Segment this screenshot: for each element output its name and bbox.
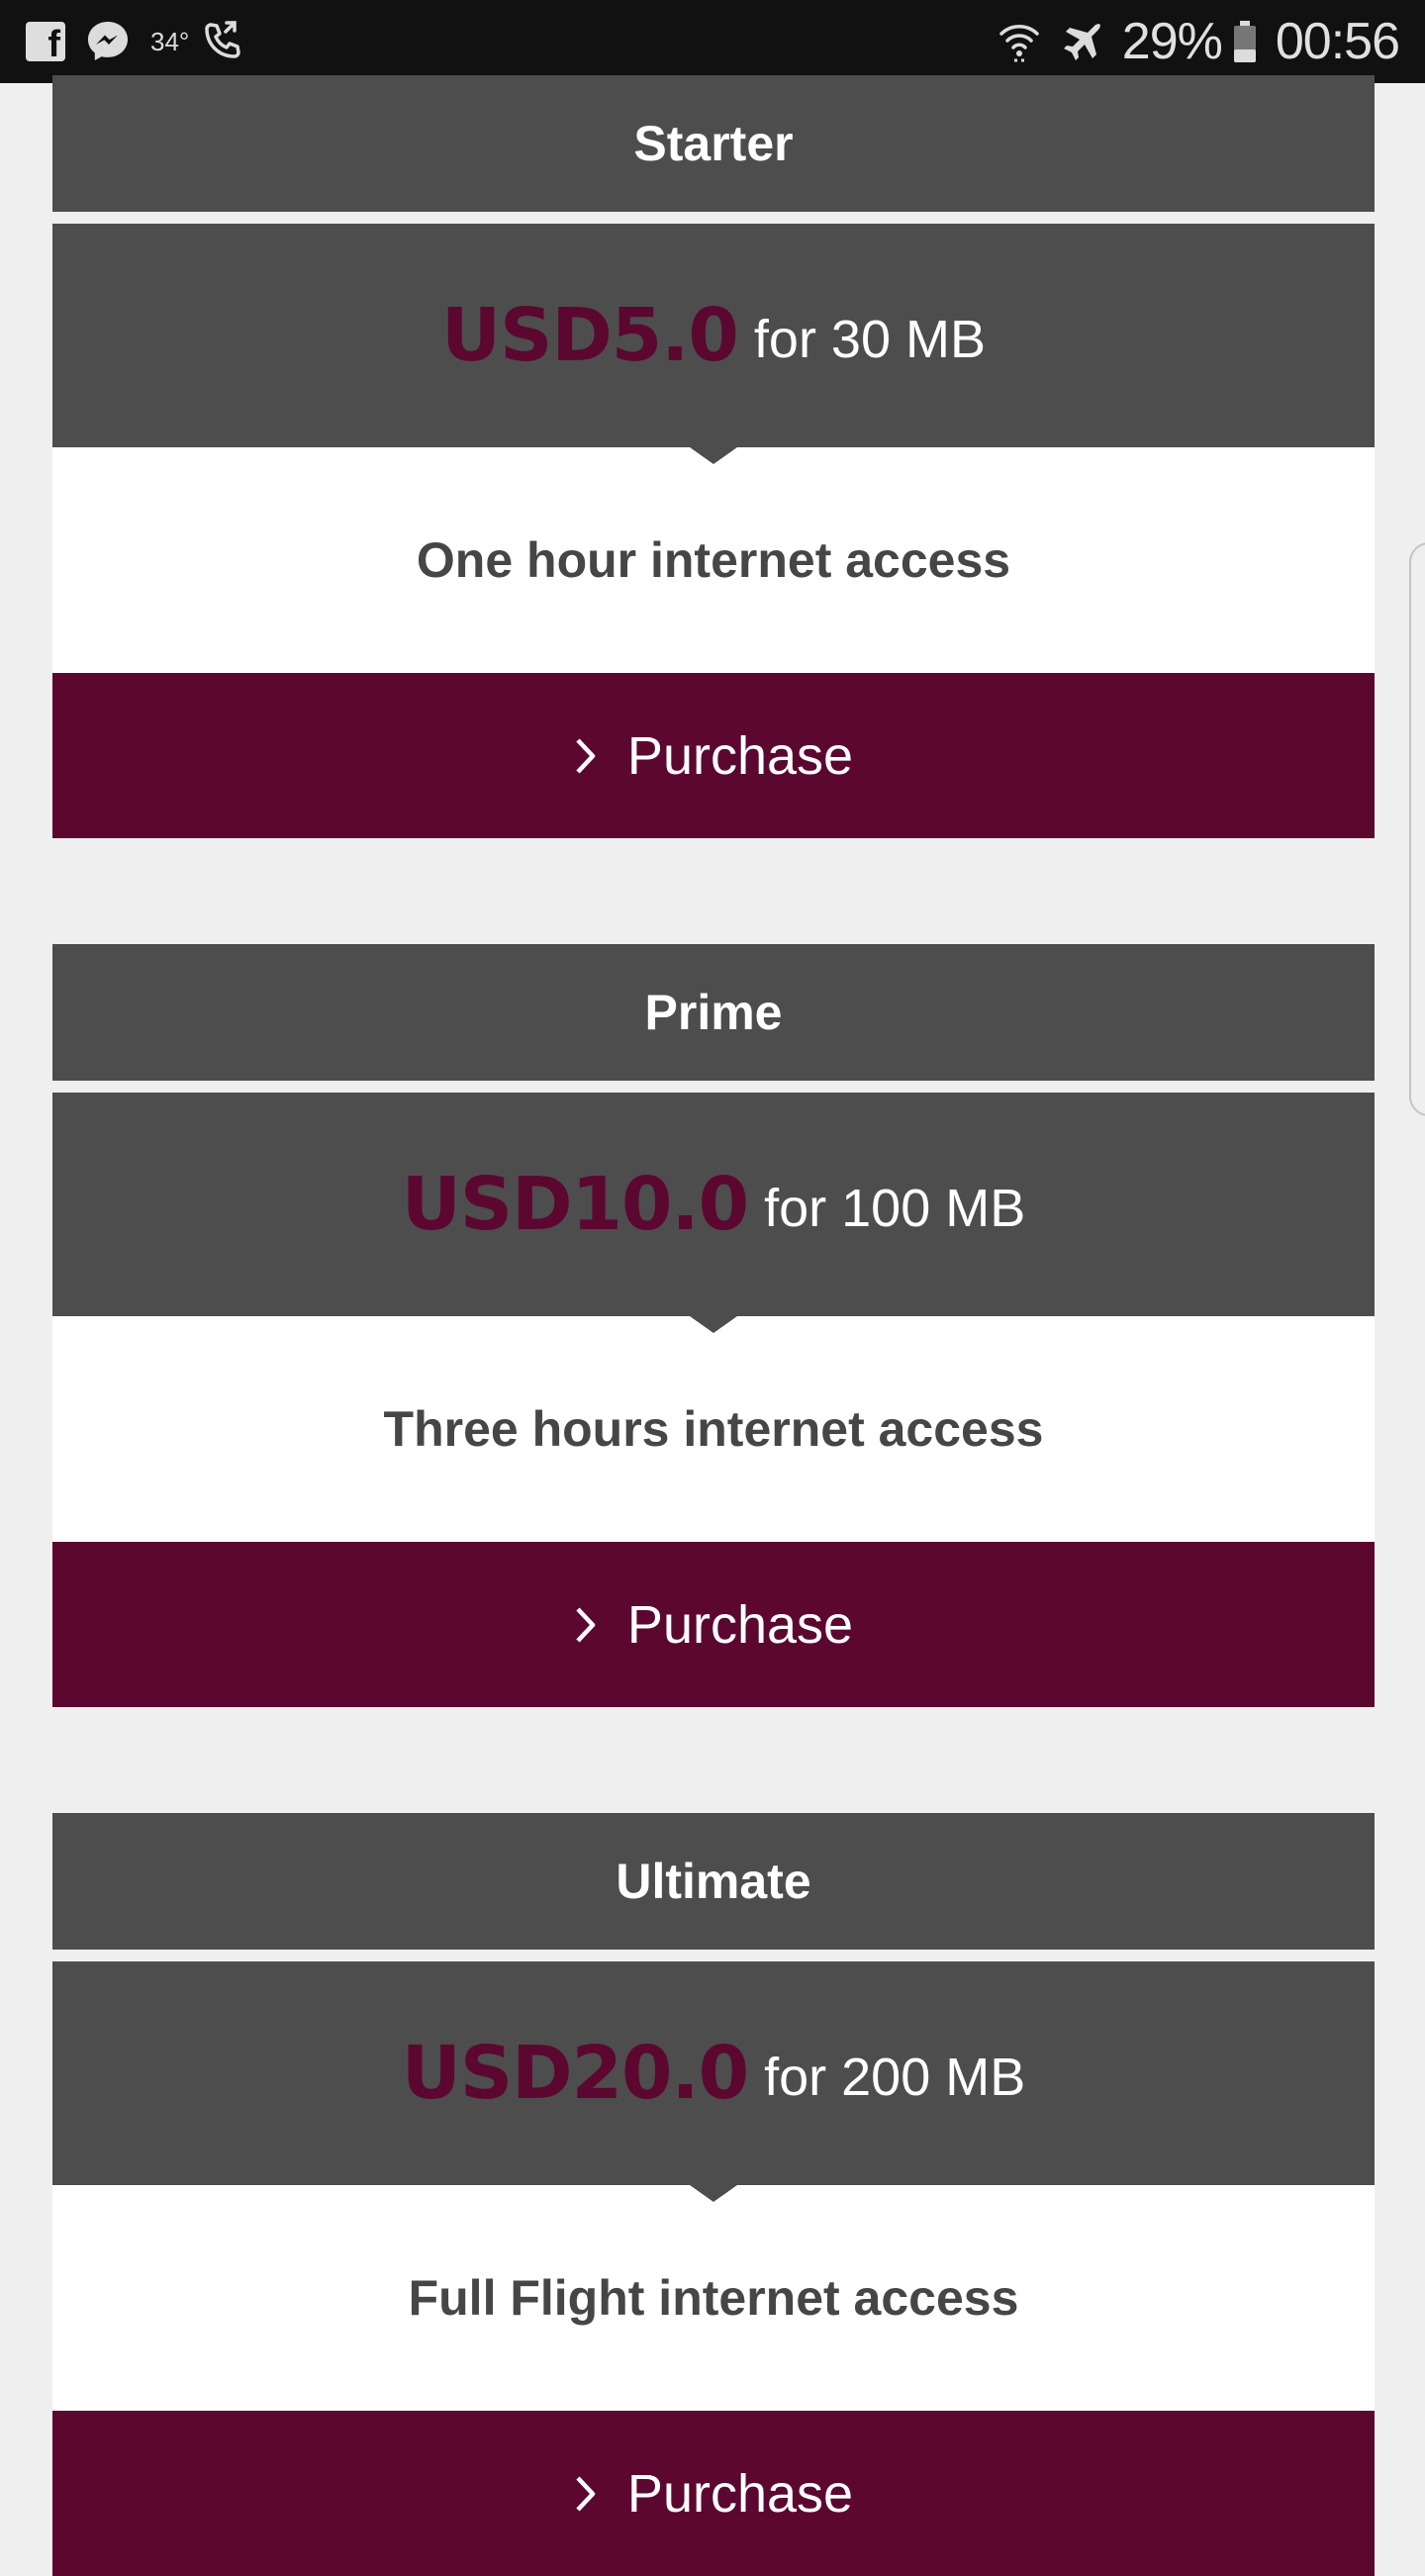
wifi-icon [998,19,1041,64]
chevron-right-icon [574,2474,598,2514]
purchase-button-prime[interactable]: Purchase [52,1542,1375,1707]
plan-price-detail: for 30 MB [753,310,986,369]
airplane-mode-icon [1061,19,1106,64]
status-bar-right: 29% 00:56 [998,0,1400,83]
plan-price-detail: for 100 MB [764,1179,1026,1238]
plan-card-starter: Starter USD5.0 for 30 MB One hour intern… [52,75,1375,838]
purchase-button-label: Purchase [626,1594,854,1655]
scroll-edge-indicator [1409,542,1425,1116]
plan-price-amount: USD5.0 [441,293,739,378]
wifi-calling-icon [199,19,244,64]
temperature-text: 34° [150,26,190,56]
plan-price-panel: USD20.0 for 200 MB [52,1961,1375,2202]
plan-description: One hour internet access [52,447,1375,673]
status-bar: f 34° 29% 00:56 [0,0,1425,83]
chevron-right-icon [574,736,598,776]
battery-icon [1232,19,1258,64]
plan-price-amount: USD10.0 [401,1162,749,1247]
plan-name: Ultimate [52,1813,1375,1950]
facebook-icon: f [26,22,65,61]
chevron-right-icon [574,1605,598,1645]
plan-price-panel: USD10.0 for 100 MB [52,1093,1375,1333]
purchase-button-label: Purchase [626,2463,854,2524]
plan-name: Prime [52,944,1375,1081]
plan-description: Three hours internet access [52,1316,1375,1542]
plan-price-amount: USD20.0 [401,2031,749,2116]
plan-card-ultimate: Ultimate USD20.0 for 200 MB Full Flight … [52,1813,1375,2576]
status-bar-left: f 34° [26,0,244,83]
purchase-button-label: Purchase [626,725,854,786]
purchase-button-ultimate[interactable]: Purchase [52,2411,1375,2576]
plan-card-prime: Prime USD10.0 for 100 MB Three hours int… [52,944,1375,1707]
plan-name: Starter [52,75,1375,212]
plan-price-panel: USD5.0 for 30 MB [52,224,1375,464]
plan-description: Full Flight internet access [52,2185,1375,2411]
plan-price-detail: for 200 MB [764,2048,1026,2107]
clock-text: 00:56 [1275,13,1400,70]
purchase-button-starter[interactable]: Purchase [52,673,1375,838]
messenger-icon [85,19,131,64]
battery-percent-text: 29% [1121,13,1223,70]
